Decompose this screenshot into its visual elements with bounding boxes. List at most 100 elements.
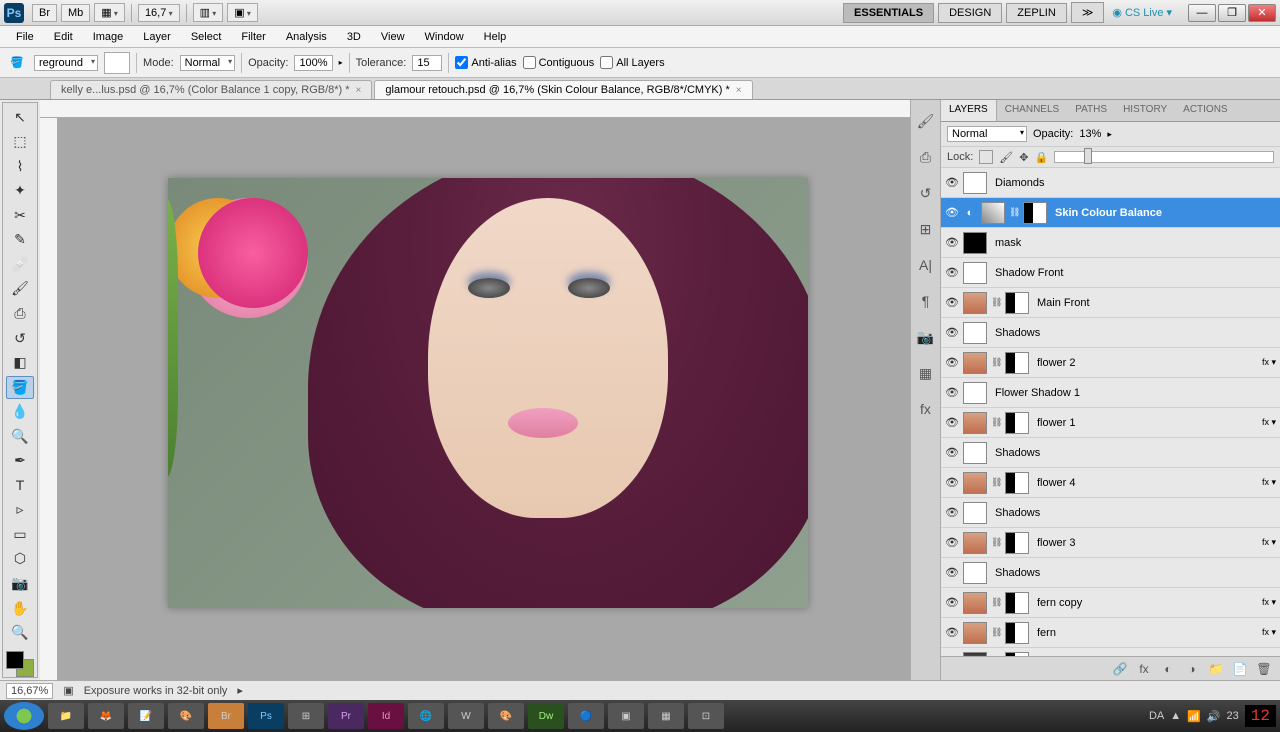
layer-thumbnail[interactable] [963,322,987,344]
layer-mask-thumbnail[interactable] [1005,412,1029,434]
layer-thumbnail[interactable] [963,352,987,374]
layer-name[interactable]: Diamonds [991,177,1276,189]
opacity-flyout-icon[interactable]: ▸ [1107,129,1112,140]
workspace-essentials[interactable]: ESSENTIALS [843,3,934,23]
taskbar-media[interactable]: 🔵 [568,703,604,729]
lock-image-icon[interactable]: 🖌 [999,151,1013,164]
layer-visibility-icon[interactable]: 👁 [945,356,959,369]
layer-name[interactable]: Skin Colour Balance [1051,207,1276,219]
bridge-button[interactable]: Br [32,4,57,22]
layers-list[interactable]: 👁Diamonds👁◐⛓Skin Colour Balance👁mask👁Sha… [941,168,1280,656]
layer-fx-badge[interactable]: fx ▾ [1262,357,1276,368]
tray-time[interactable]: 23 [1227,710,1239,722]
layer-visibility-icon[interactable]: 👁 [945,236,959,249]
taskbar-paint[interactable]: 🎨 [168,703,204,729]
taskbar-app3[interactable]: ▦ [648,703,684,729]
layer-thumbnail[interactable] [963,382,987,404]
workspace-more[interactable]: ≫ [1071,2,1105,23]
minibridge-button[interactable]: Mb [61,4,90,22]
layer-mask-icon[interactable]: ◐ [1160,661,1176,677]
layer-link-icon[interactable]: ⛓ [991,627,1001,638]
dock-navigator-icon[interactable]: ⊞ [915,218,937,240]
all-layers-checkbox[interactable]: All Layers [600,56,664,69]
taskbar-chrome[interactable]: 🌐 [408,703,444,729]
layer-visibility-icon[interactable]: 👁 [945,536,959,549]
fill-slider[interactable] [1054,151,1274,163]
layer-visibility-icon[interactable]: 👁 [945,626,959,639]
new-group-icon[interactable]: 📁 [1208,661,1224,677]
layer-link-icon[interactable]: ⛓ [991,297,1001,308]
taskbar-app4[interactable]: ⊡ [688,703,724,729]
menu-layer[interactable]: Layer [133,28,181,46]
layer-thumbnail[interactable] [963,412,987,434]
paint-bucket-tool[interactable]: 🪣 [6,376,34,399]
marquee-tool[interactable]: ⬚ [6,131,34,154]
layer-name[interactable]: flower 4 [1033,477,1258,489]
layer-name[interactable]: fern [1033,627,1258,639]
document-tab-2[interactable]: glamour retouch.psd @ 16,7% (Skin Colour… [374,80,752,99]
layer-thumbnail[interactable] [963,592,987,614]
view-extras-dropdown[interactable]: ▦ [94,3,125,22]
new-layer-icon[interactable]: 📄 [1232,661,1248,677]
layer-name[interactable]: mask [991,237,1276,249]
taskbar-app[interactable]: ⊞ [288,703,324,729]
maximize-button[interactable]: ❐ [1218,4,1246,22]
layer-thumbnail[interactable] [963,532,987,554]
tray-volume-icon[interactable]: 🔊 [1207,710,1221,723]
layer-thumbnail[interactable] [963,472,987,494]
layer-thumbnail[interactable] [963,172,987,194]
status-doc-icon[interactable]: ▣ [63,684,73,697]
layer-thumbnail[interactable] [963,262,987,284]
layer-row[interactable]: 👁⛓Background Colour Vignette [941,648,1280,656]
zoom-tool[interactable]: 🔍 [6,621,34,644]
layer-visibility-icon[interactable]: 👁 [945,446,959,459]
layer-row[interactable]: 👁Shadow Front [941,258,1280,288]
pen-tool[interactable]: ✒ [6,450,34,473]
layer-row[interactable]: 👁⛓flower 1fx ▾ [941,408,1280,438]
layer-thumbnail[interactable] [963,232,987,254]
layer-mask-thumbnail[interactable] [1005,472,1029,494]
layer-name[interactable]: flower 3 [1033,537,1258,549]
layer-link-icon[interactable]: ⛓ [991,357,1001,368]
taskbar-app2[interactable]: ▣ [608,703,644,729]
taskbar-bridge[interactable]: Br [208,703,244,729]
pattern-preview[interactable] [104,52,130,74]
layer-thumbnail[interactable] [981,202,1005,224]
taskbar-firefox[interactable]: 🦊 [88,703,124,729]
blend-mode-dropdown[interactable]: Normal [947,126,1027,142]
3d-camera-tool[interactable]: 📷 [6,572,34,595]
layer-name[interactable]: fern copy [1033,597,1258,609]
layer-name[interactable]: flower 2 [1033,357,1258,369]
layer-row[interactable]: 👁 ⛓ fern fx ▾ [941,618,1280,648]
layer-row[interactable]: 👁 mask [941,228,1280,258]
menu-3d[interactable]: 3D [337,28,371,46]
layer-name[interactable]: Shadows [991,327,1276,339]
panel-tab-actions[interactable]: ACTIONS [1175,100,1235,121]
layer-link-icon[interactable]: ⛓ [991,597,1001,608]
tray-lang[interactable]: DA [1149,710,1164,722]
layer-row[interactable]: 👁⛓flower 3fx ▾ [941,528,1280,558]
healing-brush-tool[interactable]: 🩹 [6,253,34,276]
layer-mask-thumbnail[interactable] [1005,292,1029,314]
lock-transparency-icon[interactable] [979,150,993,164]
ruler-vertical[interactable] [40,118,58,680]
arrange-docs-dropdown[interactable]: ▥ [193,3,224,22]
layer-name[interactable]: Shadow Front [991,267,1276,279]
layer-name[interactable]: Main Front [1033,297,1276,309]
close-button[interactable]: ✕ [1248,4,1276,22]
layer-mask-thumbnail[interactable] [1023,202,1047,224]
layer-visibility-icon[interactable]: 👁 [945,326,959,339]
layer-row[interactable]: 👁⛓fern copyfx ▾ [941,588,1280,618]
menu-analysis[interactable]: Analysis [276,28,337,46]
layer-fx-badge[interactable]: fx ▾ [1262,627,1276,638]
dock-swatches-icon[interactable]: ▦ [915,362,937,384]
mode-dropdown[interactable]: Normal [180,55,235,71]
layer-link-icon[interactable]: ⛓ [991,537,1001,548]
layer-visibility-icon[interactable]: 👁 [945,296,959,309]
layer-row[interactable]: 👁 ⛓ Main Front [941,288,1280,318]
color-swatches[interactable] [6,651,34,677]
panel-tab-paths[interactable]: PATHS [1067,100,1115,121]
delete-layer-icon[interactable]: 🗑 [1256,661,1272,677]
tray-network-icon[interactable]: 📶 [1187,710,1201,723]
layer-link-icon[interactable]: ⛓ [991,477,1001,488]
